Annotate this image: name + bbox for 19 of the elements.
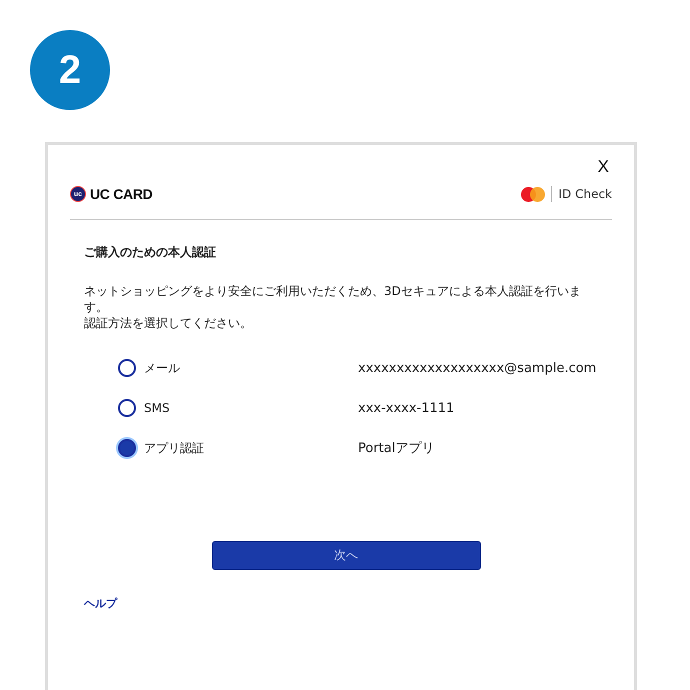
option-value: Portalアプリ	[358, 440, 436, 457]
radio-button[interactable]	[118, 439, 136, 457]
radio-option[interactable]: メール	[118, 359, 358, 377]
partner-name: ID Check	[558, 187, 612, 201]
help-link[interactable]: ヘルプ	[84, 596, 117, 611]
option-value: xxxxxxxxxxxxxxxxxxx@sample.com	[358, 360, 598, 376]
brand-name: UC CARD	[90, 186, 152, 202]
step-badge: 2	[30, 30, 110, 110]
next-button[interactable]: 次へ	[212, 541, 480, 570]
option-value: xxx-xxxx-1111	[358, 400, 456, 416]
radio-button[interactable]	[118, 399, 136, 417]
message-text: ネットショッピングをより安全にご利用いただくため、3Dセキュアによる本人認証を行います。	[84, 283, 582, 315]
radio-button[interactable]	[118, 359, 136, 377]
radio-option[interactable]: SMS	[118, 399, 358, 417]
radio-option[interactable]: アプリ認証	[118, 439, 358, 457]
instruction-text: 認証方法を選択してください。	[84, 315, 253, 331]
close-button[interactable]: X	[598, 153, 609, 181]
overlapping-circles-icon	[521, 186, 546, 202]
dialog-title: ご購入のための本人認証	[84, 244, 217, 261]
